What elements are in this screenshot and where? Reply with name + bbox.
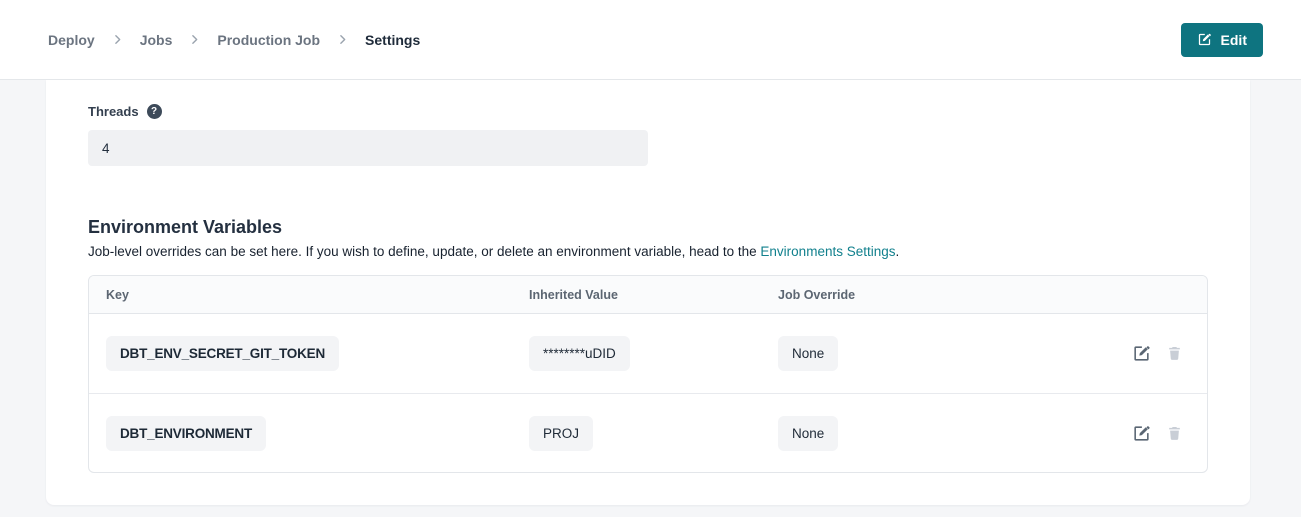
table-header-row: Key Inherited Value Job Override (89, 276, 1207, 314)
column-header-key: Key (106, 288, 529, 302)
breadcrumb-item-deploy[interactable]: Deploy (48, 32, 95, 48)
row-delete-button[interactable] (1166, 425, 1183, 442)
env-var-key-badge: DBT_ENVIRONMENT (106, 416, 266, 451)
breadcrumb-item-settings-current: Settings (365, 32, 420, 48)
chevron-right-icon (188, 33, 201, 46)
job-override-badge: None (778, 336, 838, 371)
job-override-badge: None (778, 416, 838, 451)
row-edit-button[interactable] (1132, 424, 1151, 443)
description-text: Job-level overrides can be set here. If … (88, 244, 760, 259)
column-header-inherited-value: Inherited Value (529, 288, 778, 302)
threads-label: Threads (88, 104, 139, 119)
edit-button[interactable]: Edit (1181, 23, 1263, 57)
inherited-value-badge: ********uDID (529, 336, 630, 371)
top-header-bar: Deploy Jobs Production Job Settings Edit (0, 0, 1301, 80)
environment-variables-description: Job-level overrides can be set here. If … (88, 244, 1208, 259)
edit-button-label: Edit (1221, 32, 1247, 48)
breadcrumb-item-production-job[interactable]: Production Job (217, 32, 320, 48)
trash-icon (1166, 345, 1183, 362)
breadcrumb: Deploy Jobs Production Job Settings (48, 32, 420, 48)
env-vars-table: Key Inherited Value Job Override DBT_ENV… (88, 275, 1208, 473)
row-delete-button[interactable] (1166, 345, 1183, 362)
threads-input: 4 (88, 130, 648, 166)
description-period: . (896, 244, 900, 259)
inherited-value-badge: PROJ (529, 416, 593, 451)
trash-icon (1166, 425, 1183, 442)
table-row: DBT_ENV_SECRET_GIT_TOKEN ********uDID No… (89, 314, 1207, 393)
column-header-job-override: Job Override (778, 288, 1183, 302)
pencil-square-icon (1197, 32, 1212, 47)
breadcrumb-item-jobs[interactable]: Jobs (140, 32, 173, 48)
pencil-square-icon (1132, 424, 1151, 443)
help-question-circle-icon[interactable]: ? (147, 104, 162, 119)
chevron-right-icon (111, 33, 124, 46)
environment-variables-title: Environment Variables (88, 217, 1208, 238)
settings-content-card: Threads ? 4 Environment Variables Job-le… (46, 80, 1250, 505)
chevron-right-icon (336, 33, 349, 46)
environments-settings-link[interactable]: Environments Settings (760, 244, 895, 259)
pencil-square-icon (1132, 344, 1151, 363)
row-edit-button[interactable] (1132, 344, 1151, 363)
table-row: DBT_ENVIRONMENT PROJ None (89, 393, 1207, 472)
env-var-key-badge: DBT_ENV_SECRET_GIT_TOKEN (106, 336, 339, 371)
